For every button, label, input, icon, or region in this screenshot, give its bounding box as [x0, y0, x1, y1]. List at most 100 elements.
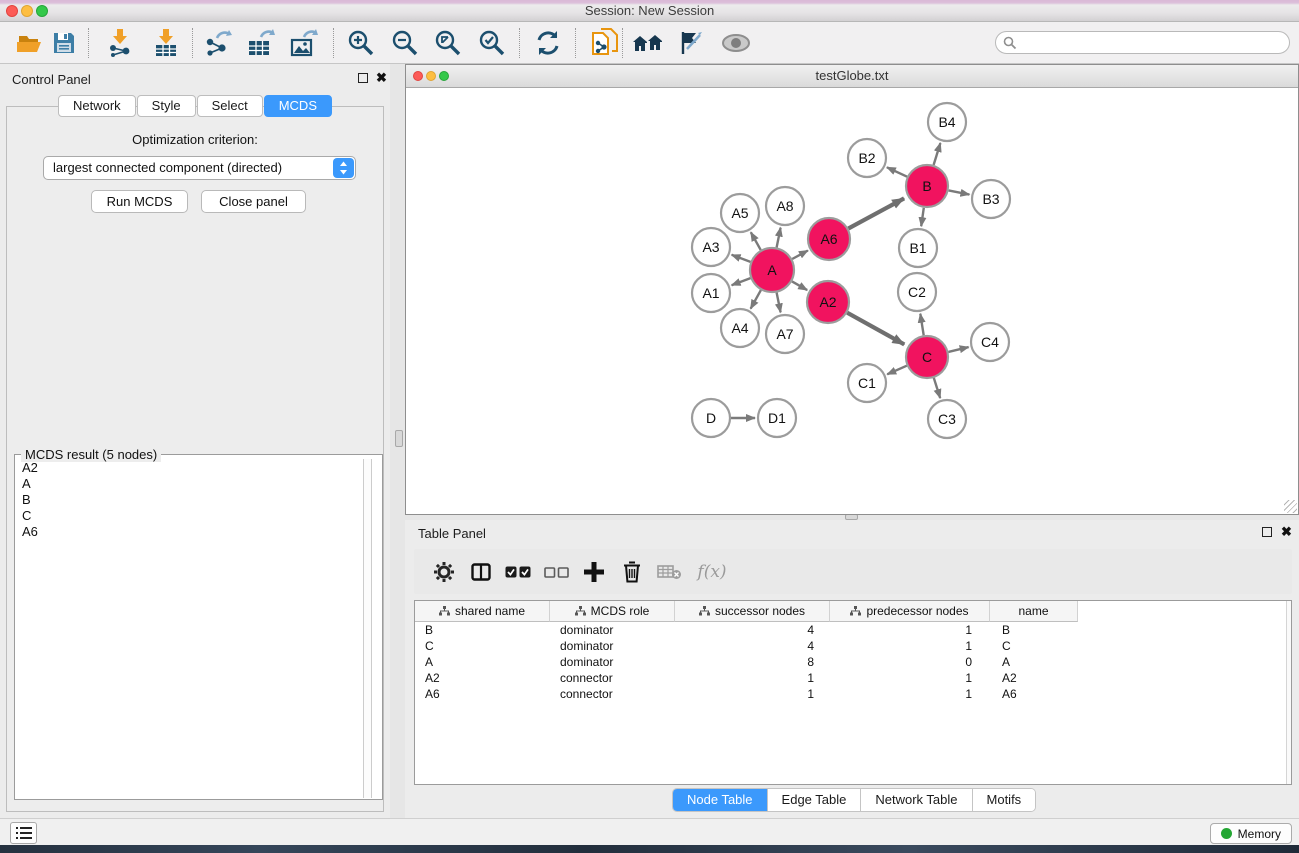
deselect-all-checks-icon[interactable]	[540, 556, 572, 588]
close-table-panel-icon[interactable]: ✖	[1281, 527, 1292, 537]
result-item[interactable]: A2	[16, 460, 372, 476]
export-network-icon[interactable]	[201, 27, 235, 59]
add-column-icon[interactable]	[578, 556, 610, 588]
table-body: Bdominator41BCdominator41CAdominator80AA…	[415, 622, 1291, 702]
table-row[interactable]: A6connector11A6	[415, 686, 1291, 702]
close-network-button[interactable]	[413, 71, 423, 81]
column-header-predecessor-nodes[interactable]: predecessor nodes	[830, 601, 990, 622]
column-header-successor-nodes[interactable]: successor nodes	[675, 601, 830, 622]
table-row[interactable]: Cdominator41C	[415, 638, 1291, 654]
tab-select[interactable]: Select	[197, 95, 263, 117]
select-all-checks-icon[interactable]	[502, 556, 534, 588]
float-panel-icon[interactable]	[358, 73, 368, 83]
graph-edge-B-B4[interactable]	[934, 143, 941, 165]
table-row[interactable]: Bdominator41B	[415, 622, 1291, 638]
column-header-mcds-role[interactable]: MCDS role	[550, 601, 675, 622]
run-mcds-button[interactable]: Run MCDS	[91, 190, 188, 213]
graph-edge-B-B1[interactable]	[921, 208, 924, 226]
tab-network[interactable]: Network	[58, 95, 136, 117]
split-columns-icon[interactable]	[465, 556, 497, 588]
memory-button[interactable]: Memory	[1210, 823, 1292, 844]
network-graph-canvas[interactable]: AA1A2A3A4A5A6A7A8BB1B2B3B4CC1C2C3C4DD1	[406, 88, 1298, 514]
minimize-window-button[interactable]	[21, 5, 33, 17]
network-window-titlebar[interactable]: testGlobe.txt	[406, 65, 1298, 88]
graph-edge-A-A2[interactable]	[792, 281, 807, 290]
first-neighbors-icon[interactable]	[631, 27, 665, 59]
window-resize-grip[interactable]	[1284, 500, 1297, 513]
close-window-button[interactable]	[6, 5, 18, 17]
table-row[interactable]: A2connector11A2	[415, 670, 1291, 686]
tab-style[interactable]: Style	[137, 95, 196, 117]
result-item[interactable]: A	[16, 476, 372, 492]
graph-node-label-A5: A5	[731, 205, 748, 221]
float-table-panel-icon[interactable]	[1262, 527, 1272, 537]
graph-edge-A-A7[interactable]	[777, 293, 781, 313]
table-cell: A2	[990, 670, 1078, 686]
minimize-network-button[interactable]	[426, 71, 436, 81]
tab-node-table[interactable]: Node Table	[673, 789, 768, 811]
zoom-in-icon[interactable]	[344, 27, 378, 59]
table-cell: dominator	[550, 638, 675, 654]
annotation-icon[interactable]	[673, 27, 707, 59]
graph-edge-A-A6[interactable]	[792, 251, 808, 260]
header-filler	[1078, 601, 1291, 622]
save-session-icon[interactable]	[47, 27, 81, 59]
result-item[interactable]: C	[16, 508, 372, 524]
maximize-window-button[interactable]	[36, 5, 48, 17]
graph-edge-C-C2[interactable]	[920, 314, 923, 336]
refresh-icon[interactable]	[531, 27, 565, 59]
table-scrollbar[interactable]	[1286, 601, 1291, 784]
table-options-gear-icon[interactable]	[428, 556, 460, 588]
table-row[interactable]: Adominator80A	[415, 654, 1291, 670]
vertical-splitter-handle[interactable]	[395, 430, 403, 447]
tab-edge-table[interactable]: Edge Table	[768, 789, 862, 811]
status-bar: Memory	[0, 818, 1299, 845]
zoom-out-icon[interactable]	[388, 27, 422, 59]
close-panel-button[interactable]: Close panel	[201, 190, 306, 213]
control-panel: Control Panel ✖ Network Style Select MCD…	[0, 64, 390, 818]
graph-edge-A2-C[interactable]	[847, 313, 904, 345]
graph-edge-A-A3[interactable]	[732, 255, 751, 262]
zoom-fit-icon[interactable]	[431, 27, 465, 59]
task-history-button[interactable]	[10, 822, 37, 844]
export-image-icon[interactable]	[287, 27, 321, 59]
result-item[interactable]: A6	[16, 524, 372, 540]
maximize-network-button[interactable]	[439, 71, 449, 81]
tab-network-table[interactable]: Network Table	[861, 789, 972, 811]
graph-edge-B-B2[interactable]	[887, 167, 907, 176]
criterion-dropdown[interactable]: largest connected component (directed)	[43, 156, 356, 180]
import-table-icon[interactable]	[149, 27, 183, 59]
export-table-icon[interactable]	[244, 27, 278, 59]
close-panel-icon[interactable]: ✖	[376, 73, 387, 83]
column-header-name[interactable]: name	[990, 601, 1078, 622]
dropdown-stepper-icon	[333, 158, 354, 178]
graph-edge-A-A8[interactable]	[777, 228, 781, 248]
delete-column-icon[interactable]	[616, 556, 648, 588]
graph-edge-A-A1[interactable]	[732, 278, 751, 285]
result-list-scrollbar[interactable]	[363, 459, 372, 798]
graph-edge-A-A5[interactable]	[751, 232, 761, 250]
graph-edge-A6-B[interactable]	[848, 198, 904, 228]
search-icon	[1003, 36, 1017, 50]
graph-edge-C-C3[interactable]	[934, 378, 940, 398]
graph-edge-C-C4[interactable]	[948, 347, 968, 352]
graph-edge-C-C1[interactable]	[887, 366, 907, 375]
delete-table-icon[interactable]	[653, 556, 685, 588]
result-item[interactable]: B	[16, 492, 372, 508]
column-header-shared-name[interactable]: shared name	[415, 601, 550, 622]
open-file-icon[interactable]	[13, 27, 47, 59]
search-input[interactable]	[1017, 33, 1289, 52]
graph-edge-A-A4[interactable]	[751, 290, 761, 309]
app-title: Session: New Session	[0, 0, 1299, 21]
tab-motifs[interactable]: Motifs	[973, 789, 1036, 811]
import-network-icon[interactable]	[103, 27, 137, 59]
tab-mcds[interactable]: MCDS	[264, 95, 332, 117]
table-cell: 1	[830, 686, 990, 702]
table-panel: Table Panel ✖ f(x)	[405, 520, 1299, 818]
zoom-selected-icon[interactable]	[475, 27, 509, 59]
show-hide-eye-icon[interactable]	[719, 27, 753, 59]
network-from-selection-icon[interactable]	[588, 27, 622, 59]
function-builder-button[interactable]: f(x)	[690, 556, 734, 588]
graph-edge-B-B3[interactable]	[949, 190, 970, 194]
toolbar-separator	[622, 28, 623, 58]
